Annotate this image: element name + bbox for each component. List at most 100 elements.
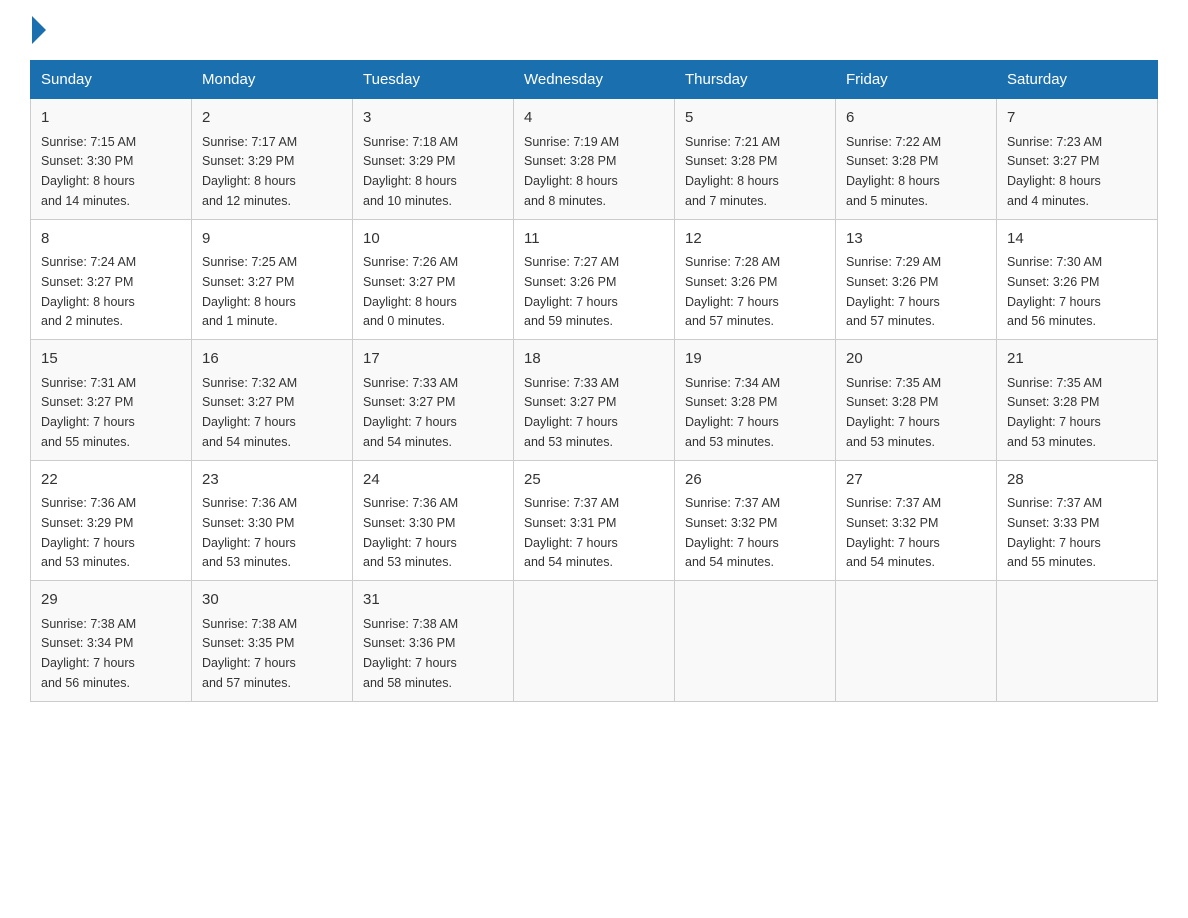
day-number: 11 [524, 228, 664, 251]
day-info: Sunrise: 7:38 AMSunset: 3:34 PMDaylight:… [41, 617, 136, 690]
column-header-sunday: Sunday [31, 61, 192, 99]
day-number: 23 [202, 469, 342, 492]
calendar-cell: 24 Sunrise: 7:36 AMSunset: 3:30 PMDayligh… [353, 460, 514, 581]
calendar-cell: 19 Sunrise: 7:34 AMSunset: 3:28 PMDayligh… [675, 340, 836, 461]
day-info: Sunrise: 7:31 AMSunset: 3:27 PMDaylight:… [41, 376, 136, 449]
day-info: Sunrise: 7:25 AMSunset: 3:27 PMDaylight:… [202, 255, 297, 328]
day-number: 31 [363, 589, 503, 612]
day-info: Sunrise: 7:27 AMSunset: 3:26 PMDaylight:… [524, 255, 619, 328]
day-info: Sunrise: 7:38 AMSunset: 3:36 PMDaylight:… [363, 617, 458, 690]
calendar-cell: 10 Sunrise: 7:26 AMSunset: 3:27 PMDayligh… [353, 219, 514, 340]
day-number: 18 [524, 348, 664, 371]
day-info: Sunrise: 7:17 AMSunset: 3:29 PMDaylight:… [202, 135, 297, 208]
day-info: Sunrise: 7:15 AMSunset: 3:30 PMDaylight:… [41, 135, 136, 208]
day-info: Sunrise: 7:30 AMSunset: 3:26 PMDaylight:… [1007, 255, 1102, 328]
day-number: 19 [685, 348, 825, 371]
calendar-cell: 7Sunrise: 7:23 AMSunset: 3:27 PMDaylight… [997, 99, 1158, 220]
day-info: Sunrise: 7:21 AMSunset: 3:28 PMDaylight:… [685, 135, 780, 208]
column-header-thursday: Thursday [675, 61, 836, 99]
day-info: Sunrise: 7:19 AMSunset: 3:28 PMDaylight:… [524, 135, 619, 208]
calendar-cell [675, 581, 836, 702]
calendar-cell: 2 Sunrise: 7:17 AMSunset: 3:29 PMDaylight… [192, 99, 353, 220]
calendar-cell: 27 Sunrise: 7:37 AMSunset: 3:32 PMDayligh… [836, 460, 997, 581]
logo [30, 20, 46, 40]
day-info: Sunrise: 7:37 AMSunset: 3:32 PMDaylight:… [685, 496, 780, 569]
day-number: 1 [41, 107, 181, 130]
calendar-cell: 9 Sunrise: 7:25 AMSunset: 3:27 PMDaylight… [192, 219, 353, 340]
page-header [30, 20, 1158, 40]
calendar-cell: 18Sunrise: 7:33 AMSunset: 3:27 PMDayligh… [514, 340, 675, 461]
calendar-week-row: 29 Sunrise: 7:38 AMSunset: 3:34 PMDayligh… [31, 581, 1158, 702]
calendar-cell: 28Sunrise: 7:37 AMSunset: 3:33 PMDayligh… [997, 460, 1158, 581]
calendar-cell: 29 Sunrise: 7:38 AMSunset: 3:34 PMDayligh… [31, 581, 192, 702]
day-number: 27 [846, 469, 986, 492]
calendar-cell: 30 Sunrise: 7:38 AMSunset: 3:35 PMDayligh… [192, 581, 353, 702]
day-info: Sunrise: 7:34 AMSunset: 3:28 PMDaylight:… [685, 376, 780, 449]
calendar-header-row: SundayMondayTuesdayWednesdayThursdayFrid… [31, 61, 1158, 99]
logo-triangle-icon [32, 16, 46, 44]
day-info: Sunrise: 7:24 AMSunset: 3:27 PMDaylight:… [41, 255, 136, 328]
day-number: 10 [363, 228, 503, 251]
day-number: 21 [1007, 348, 1147, 371]
day-number: 29 [41, 589, 181, 612]
calendar-cell: 15 Sunrise: 7:31 AMSunset: 3:27 PMDayligh… [31, 340, 192, 461]
calendar-cell: 23Sunrise: 7:36 AMSunset: 3:30 PMDayligh… [192, 460, 353, 581]
calendar-cell: 6Sunrise: 7:22 AMSunset: 3:28 PMDaylight… [836, 99, 997, 220]
calendar-cell [997, 581, 1158, 702]
day-number: 25 [524, 469, 664, 492]
day-number: 13 [846, 228, 986, 251]
day-info: Sunrise: 7:36 AMSunset: 3:30 PMDaylight:… [363, 496, 458, 569]
column-header-saturday: Saturday [997, 61, 1158, 99]
day-number: 2 [202, 107, 342, 130]
calendar-cell: 22Sunrise: 7:36 AMSunset: 3:29 PMDayligh… [31, 460, 192, 581]
day-info: Sunrise: 7:18 AMSunset: 3:29 PMDaylight:… [363, 135, 458, 208]
calendar-week-row: 22Sunrise: 7:36 AMSunset: 3:29 PMDayligh… [31, 460, 1158, 581]
day-info: Sunrise: 7:33 AMSunset: 3:27 PMDaylight:… [363, 376, 458, 449]
calendar-cell: 16 Sunrise: 7:32 AMSunset: 3:27 PMDayligh… [192, 340, 353, 461]
calendar-cell [514, 581, 675, 702]
calendar-cell: 14Sunrise: 7:30 AMSunset: 3:26 PMDayligh… [997, 219, 1158, 340]
day-info: Sunrise: 7:35 AMSunset: 3:28 PMDaylight:… [846, 376, 941, 449]
calendar-week-row: 8 Sunrise: 7:24 AMSunset: 3:27 PMDaylight… [31, 219, 1158, 340]
day-info: Sunrise: 7:37 AMSunset: 3:32 PMDaylight:… [846, 496, 941, 569]
day-number: 26 [685, 469, 825, 492]
column-header-friday: Friday [836, 61, 997, 99]
day-number: 24 [363, 469, 503, 492]
day-number: 20 [846, 348, 986, 371]
calendar-cell: 5 Sunrise: 7:21 AMSunset: 3:28 PMDaylight… [675, 99, 836, 220]
calendar-cell: 20 Sunrise: 7:35 AMSunset: 3:28 PMDayligh… [836, 340, 997, 461]
calendar-cell: 1 Sunrise: 7:15 AMSunset: 3:30 PMDaylight… [31, 99, 192, 220]
column-header-tuesday: Tuesday [353, 61, 514, 99]
calendar-cell [836, 581, 997, 702]
day-number: 7 [1007, 107, 1147, 130]
calendar-cell: 26 Sunrise: 7:37 AMSunset: 3:32 PMDayligh… [675, 460, 836, 581]
day-info: Sunrise: 7:28 AMSunset: 3:26 PMDaylight:… [685, 255, 780, 328]
day-number: 17 [363, 348, 503, 371]
column-header-monday: Monday [192, 61, 353, 99]
day-number: 12 [685, 228, 825, 251]
calendar-cell: 31 Sunrise: 7:38 AMSunset: 3:36 PMDayligh… [353, 581, 514, 702]
calendar-cell: 11 Sunrise: 7:27 AMSunset: 3:26 PMDayligh… [514, 219, 675, 340]
day-number: 30 [202, 589, 342, 612]
day-number: 4 [524, 107, 664, 130]
day-number: 8 [41, 228, 181, 251]
calendar-cell: 3Sunrise: 7:18 AMSunset: 3:29 PMDaylight… [353, 99, 514, 220]
day-info: Sunrise: 7:37 AMSunset: 3:31 PMDaylight:… [524, 496, 619, 569]
calendar-table: SundayMondayTuesdayWednesdayThursdayFrid… [30, 60, 1158, 702]
day-number: 15 [41, 348, 181, 371]
calendar-cell: 8 Sunrise: 7:24 AMSunset: 3:27 PMDaylight… [31, 219, 192, 340]
calendar-week-row: 15 Sunrise: 7:31 AMSunset: 3:27 PMDayligh… [31, 340, 1158, 461]
day-number: 5 [685, 107, 825, 130]
day-info: Sunrise: 7:38 AMSunset: 3:35 PMDaylight:… [202, 617, 297, 690]
day-info: Sunrise: 7:26 AMSunset: 3:27 PMDaylight:… [363, 255, 458, 328]
day-number: 16 [202, 348, 342, 371]
day-info: Sunrise: 7:22 AMSunset: 3:28 PMDaylight:… [846, 135, 941, 208]
calendar-cell: 12 Sunrise: 7:28 AMSunset: 3:26 PMDayligh… [675, 219, 836, 340]
day-info: Sunrise: 7:32 AMSunset: 3:27 PMDaylight:… [202, 376, 297, 449]
calendar-cell: 13Sunrise: 7:29 AMSunset: 3:26 PMDayligh… [836, 219, 997, 340]
day-info: Sunrise: 7:36 AMSunset: 3:29 PMDaylight:… [41, 496, 136, 569]
day-number: 9 [202, 228, 342, 251]
day-number: 28 [1007, 469, 1147, 492]
calendar-cell: 17 Sunrise: 7:33 AMSunset: 3:27 PMDayligh… [353, 340, 514, 461]
calendar-cell: 4 Sunrise: 7:19 AMSunset: 3:28 PMDaylight… [514, 99, 675, 220]
